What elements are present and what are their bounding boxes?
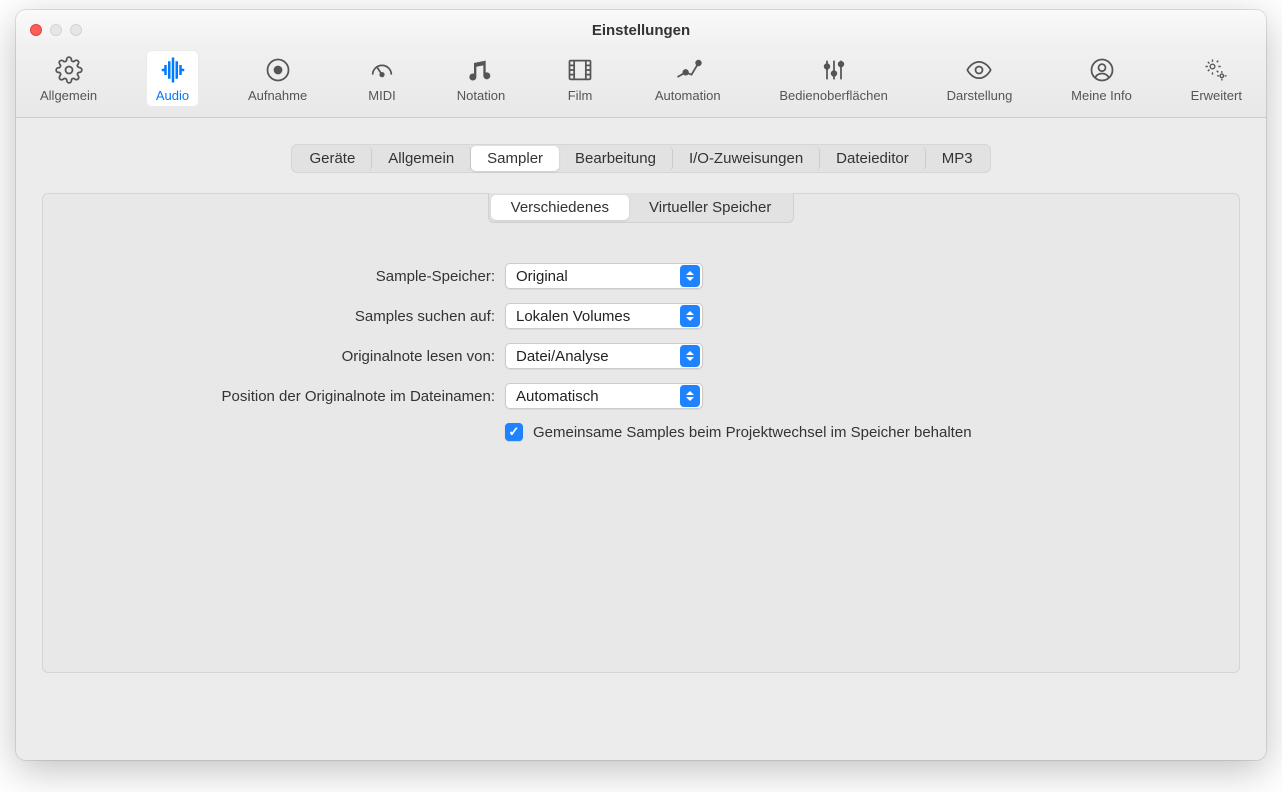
gears-icon — [1200, 54, 1232, 86]
chevron-up-down-icon — [680, 345, 700, 367]
label-sample-speicher: Sample-Speicher: — [43, 268, 505, 285]
toolbar-label: Allgemein — [40, 88, 97, 103]
toolbar-label: Bedienoberflächen — [779, 88, 887, 103]
user-circle-icon — [1086, 54, 1118, 86]
sampler-panel: Verschiedenes Virtueller Speicher Sample… — [42, 193, 1240, 673]
tab-dateieditor[interactable]: Dateieditor — [820, 146, 926, 171]
eye-icon — [963, 54, 995, 86]
chevron-up-down-icon — [680, 385, 700, 407]
popup-samples-suchen[interactable]: Lokalen Volumes — [505, 303, 703, 329]
popup-value: Datei/Analyse — [506, 348, 680, 365]
film-icon — [564, 54, 596, 86]
content-area: Geräte Allgemein Sampler Bearbeitung I/O… — [16, 118, 1266, 760]
label-position-originalnote: Position der Originalnote im Dateinamen: — [43, 388, 505, 405]
toolbar-label: Aufnahme — [248, 88, 307, 103]
preferences-window: Einstellungen Allgemein Audio Aufnahme M… — [16, 10, 1266, 760]
toolbar-label: Erweitert — [1191, 88, 1242, 103]
toolbar-item-notation[interactable]: Notation — [447, 50, 515, 107]
chevron-up-down-icon — [680, 305, 700, 327]
close-window-button[interactable] — [30, 24, 42, 36]
popup-position-originalnote[interactable]: Automatisch — [505, 383, 703, 409]
tab-bearbeitung[interactable]: Bearbeitung — [559, 146, 673, 171]
subtab-verschiedenes[interactable]: Verschiedenes — [491, 195, 629, 220]
sampler-form: Sample-Speicher: Original Samples suchen… — [43, 263, 1239, 441]
popup-originalnote-lesen[interactable]: Datei/Analyse — [505, 343, 703, 369]
music-note-icon — [465, 54, 497, 86]
toolbar-item-meine-info[interactable]: Meine Info — [1061, 50, 1142, 107]
minimize-window-button[interactable] — [50, 24, 62, 36]
gauge-icon — [366, 54, 398, 86]
popup-sample-speicher[interactable]: Original — [505, 263, 703, 289]
toolbar-label: Audio — [156, 88, 189, 103]
audio-tabs: Geräte Allgemein Sampler Bearbeitung I/O… — [42, 144, 1240, 173]
toolbar-item-allgemein[interactable]: Allgemein — [30, 50, 107, 107]
toolbar-item-erweitert[interactable]: Erweitert — [1181, 50, 1252, 107]
checkbox-gemeinsame-samples[interactable]: ✓ — [505, 423, 523, 441]
sliders-icon — [818, 54, 850, 86]
tab-allgemein[interactable]: Allgemein — [372, 146, 471, 171]
tab-io-zuweisungen[interactable]: I/O-Zuweisungen — [673, 146, 820, 171]
traffic-lights — [30, 24, 82, 36]
toolbar-item-automation[interactable]: Automation — [645, 50, 731, 107]
toolbar-item-bedienoberflaechen[interactable]: Bedienoberflächen — [769, 50, 897, 107]
toolbar-item-audio[interactable]: Audio — [146, 50, 199, 107]
toolbar-item-midi[interactable]: MIDI — [356, 50, 408, 107]
popup-value: Lokalen Volumes — [506, 308, 680, 325]
label-originalnote-lesen: Originalnote lesen von: — [43, 348, 505, 365]
label-samples-suchen: Samples suchen auf: — [43, 308, 505, 325]
toolbar-label: Meine Info — [1071, 88, 1132, 103]
automation-curve-icon — [672, 54, 704, 86]
chevron-up-down-icon — [680, 265, 700, 287]
zoom-window-button[interactable] — [70, 24, 82, 36]
sampler-subtabs: Verschiedenes Virtueller Speicher — [43, 193, 1239, 223]
popup-value: Original — [506, 268, 680, 285]
toolbar-label: Automation — [655, 88, 721, 103]
tab-geraete[interactable]: Geräte — [293, 146, 372, 171]
waveform-icon — [157, 54, 189, 86]
toolbar-label: Film — [568, 88, 593, 103]
toolbar-item-darstellung[interactable]: Darstellung — [937, 50, 1023, 107]
toolbar-item-film[interactable]: Film — [554, 50, 606, 107]
subtab-virtueller-speicher[interactable]: Virtueller Speicher — [629, 195, 791, 220]
popup-value: Automatisch — [506, 388, 680, 405]
preferences-toolbar: Allgemein Audio Aufnahme MIDI Notation — [16, 50, 1266, 118]
titlebar: Einstellungen — [16, 10, 1266, 50]
toolbar-label: Notation — [457, 88, 505, 103]
tab-mp3[interactable]: MP3 — [926, 146, 989, 171]
toolbar-label: Darstellung — [947, 88, 1013, 103]
toolbar-label: MIDI — [368, 88, 395, 103]
toolbar-item-aufnahme[interactable]: Aufnahme — [238, 50, 317, 107]
record-icon — [262, 54, 294, 86]
checkbox-label: Gemeinsame Samples beim Projektwechsel i… — [533, 424, 972, 441]
window-title: Einstellungen — [16, 22, 1266, 39]
gear-icon — [53, 54, 85, 86]
tab-sampler[interactable]: Sampler — [471, 146, 559, 171]
